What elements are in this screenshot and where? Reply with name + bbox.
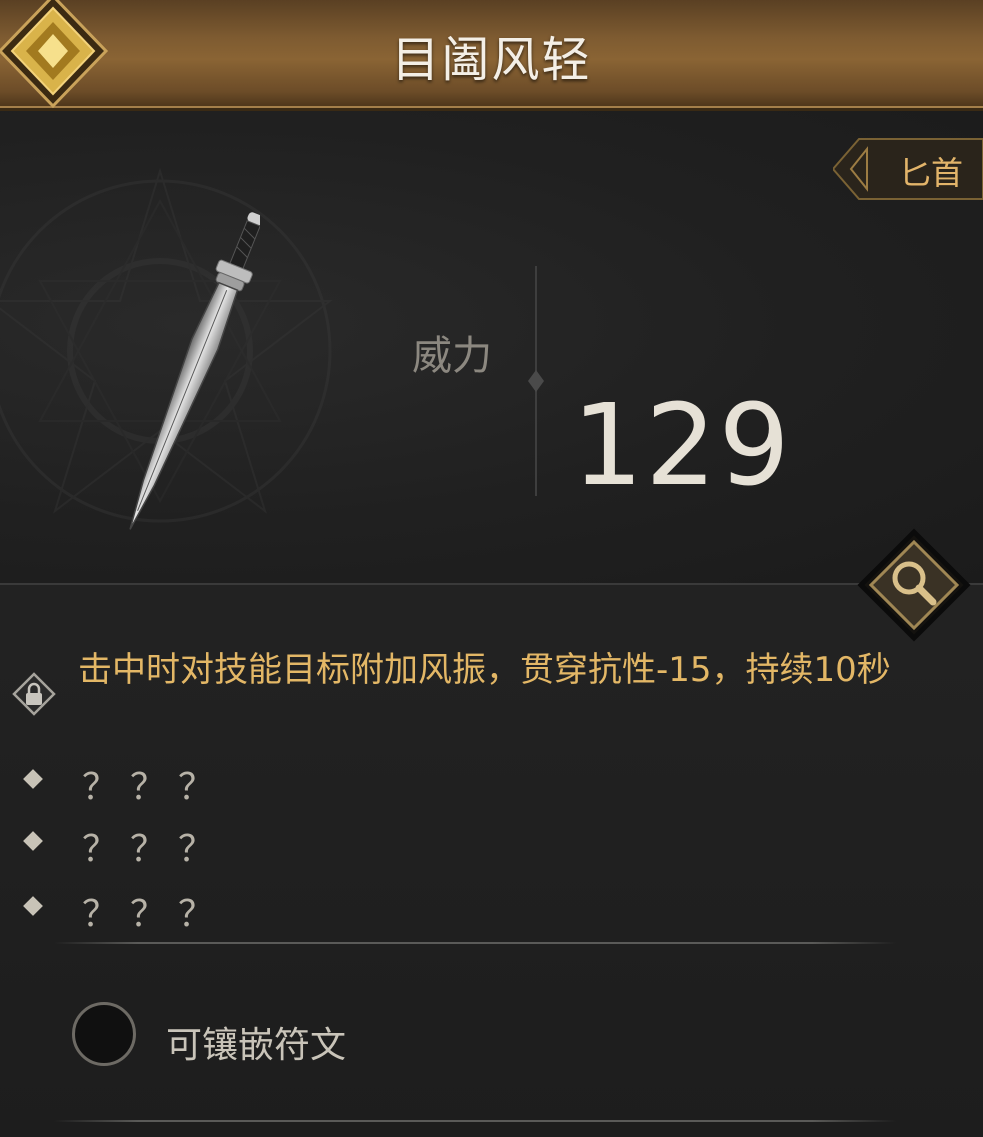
power-label: 威力 <box>412 333 492 379</box>
unknown-affix-text: ？？？ <box>82 894 227 935</box>
item-header: 目阖风轻 <box>0 0 983 111</box>
item-detail-panel: 目阖风轻 匕首 威力 129 击中时对技能目标附加风振，贯穿抗性-15，持续10… <box>0 0 983 1137</box>
rune-slot-label: 可镶嵌符文 <box>166 1025 347 1066</box>
power-separator <box>528 266 544 496</box>
unknown-affix: ？？？ <box>22 758 322 808</box>
inspect-button[interactable] <box>857 528 971 642</box>
bullet-diamond-icon <box>23 831 43 851</box>
power-value: 129 <box>572 381 792 511</box>
unknown-affix: ？？？ <box>22 885 322 935</box>
unknown-affix-text: ？？？ <box>82 829 227 870</box>
weapon-type-label: 匕首 <box>898 154 963 192</box>
item-hero: 匕首 威力 129 <box>0 111 983 585</box>
affix-text: 击中时对技能目标附加风振，贯穿抗性-15，持续10秒 <box>78 650 891 690</box>
unknown-affix-text: ？？？ <box>82 767 227 808</box>
unknown-affix: ？？？ <box>22 820 322 870</box>
section-divider <box>54 942 896 944</box>
section-divider <box>54 1120 896 1122</box>
item-name: 目阖风轻 <box>391 32 592 88</box>
weapon-type: 匕首 <box>833 135 983 203</box>
rune-slot[interactable] <box>72 1002 136 1066</box>
bullet-diamond-icon <box>23 896 43 916</box>
bullet-diamond-icon <box>23 769 43 789</box>
lock-icon <box>12 672 56 716</box>
dagger-icon <box>129 212 260 530</box>
